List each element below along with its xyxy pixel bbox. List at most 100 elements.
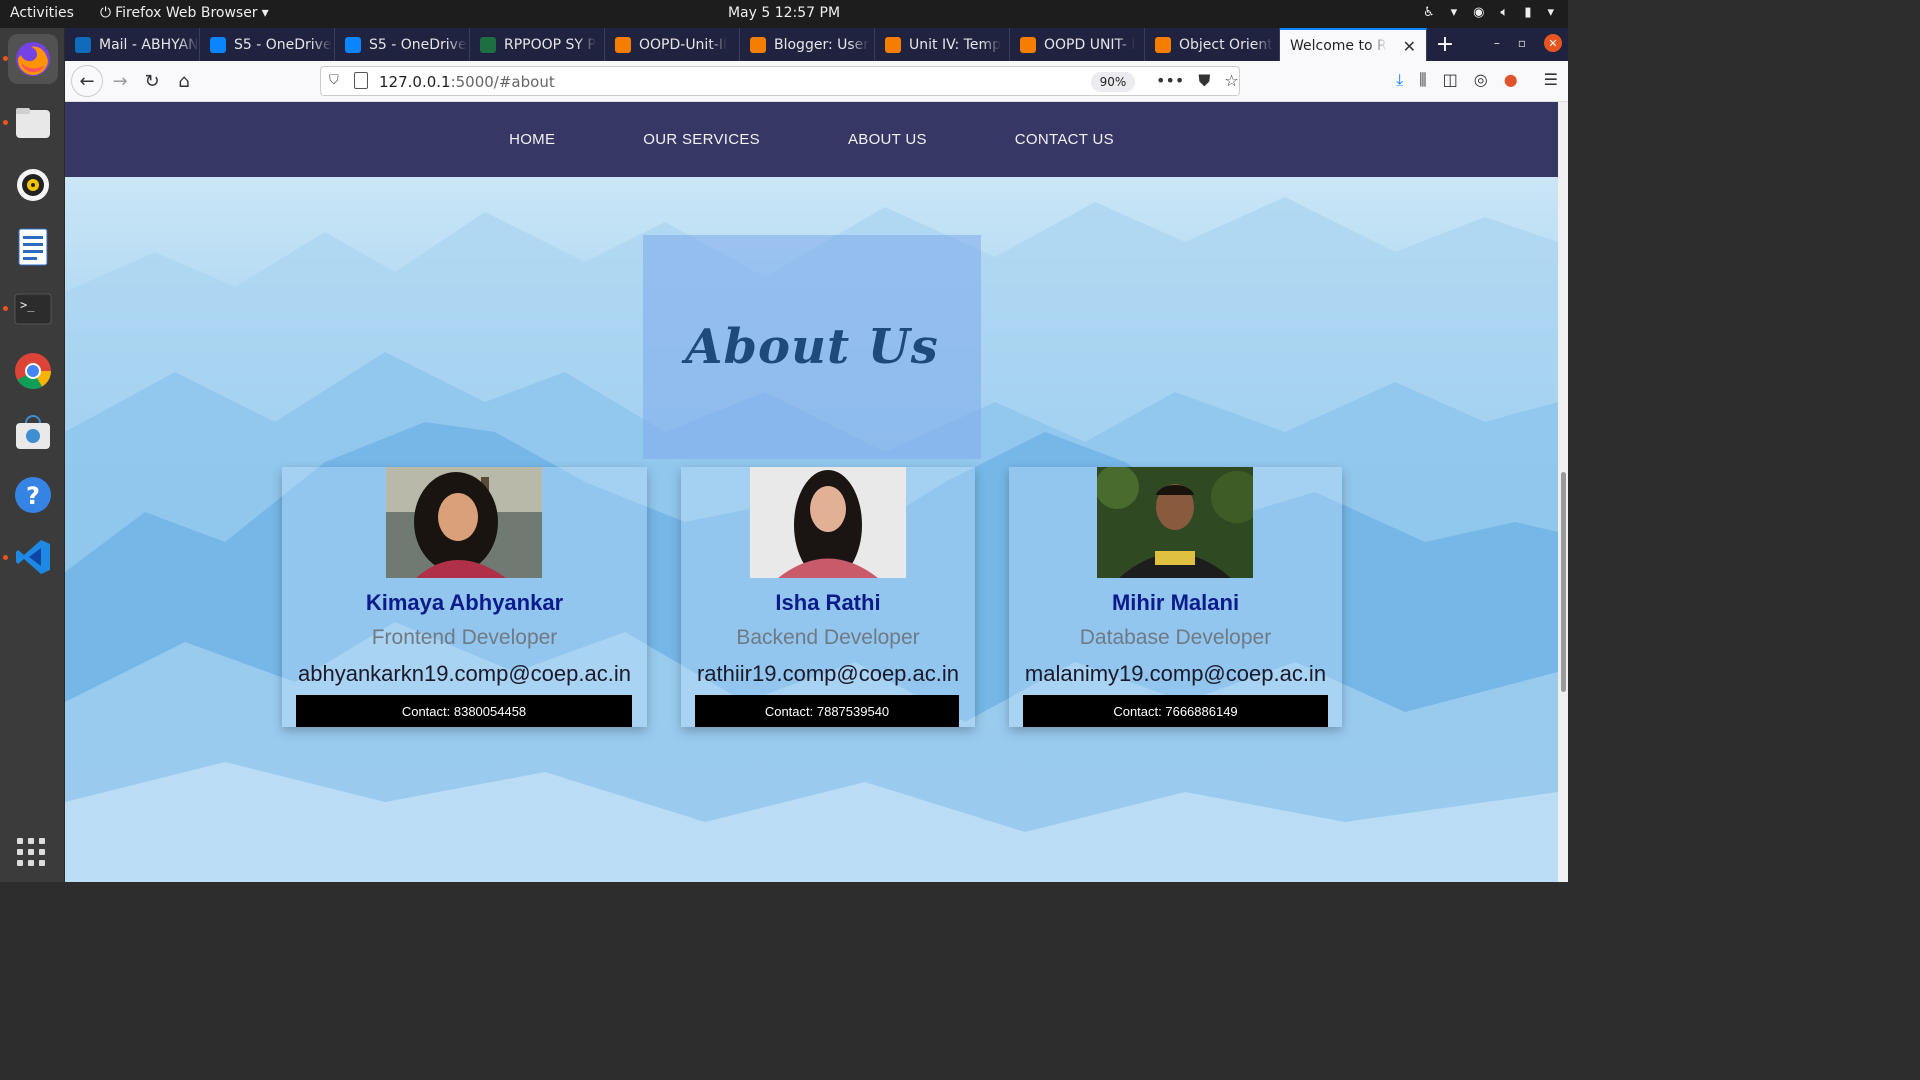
running-indicator — [3, 120, 8, 125]
back-button[interactable]: ← — [71, 65, 103, 97]
rhythmbox-launcher[interactable] — [8, 160, 58, 210]
home-button[interactable]: ⌂ — [169, 66, 199, 96]
about-heading-box: About Us — [643, 235, 981, 459]
firefox-launcher[interactable] — [8, 34, 58, 84]
browser-tab[interactable]: Blogger: User — [740, 28, 875, 61]
system-tray[interactable]: ♿︎ ▾ ◉ 🔈︎ ▮ ▾ — [1423, 5, 1554, 20]
browser-tab[interactable]: Welcome to R ✕ — [1280, 28, 1427, 61]
team-card: Isha Rathi Backend Developer rathiir19.c… — [681, 467, 975, 727]
tab-strip: Mail - ABHYANKAR S5 - OneDrive S5 - OneDri… — [65, 28, 1568, 61]
sidebar-icon[interactable]: ◫ — [1443, 70, 1458, 90]
member-role: Backend Developer — [736, 626, 920, 649]
browser-tab[interactable]: RPPOOP SY P — [470, 28, 605, 61]
svg-text:?: ? — [26, 482, 40, 510]
page-info-icon[interactable] — [354, 72, 368, 89]
vscode-launcher[interactable] — [8, 532, 58, 582]
minimize-icon[interactable]: – — [1494, 36, 1500, 50]
terminal-launcher[interactable]: >_ — [8, 284, 58, 334]
browser-tab[interactable]: Unit IV: Temp — [875, 28, 1010, 61]
browser-tab[interactable]: OOPD UNIT- I — [1010, 28, 1145, 61]
url-text[interactable]: 127.0.0.1:5000/#about — [379, 73, 555, 91]
url-path: :5000/#about — [450, 73, 555, 91]
tab-label: Mail - ABHYANKAR — [99, 36, 199, 53]
browser-tab[interactable]: Mail - ABHYANKAR — [65, 28, 200, 61]
bookmark-star-icon[interactable]: ☆ — [1224, 71, 1238, 91]
blogger-icon — [750, 36, 766, 53]
web-page: HOME OUR SERVICES ABOUT US CONTACT US Ab… — [65, 102, 1558, 882]
profile-photo — [1097, 467, 1253, 578]
zoom-indicator[interactable]: 90% — [1091, 72, 1135, 92]
member-name: Mihir Malani — [1111, 590, 1240, 615]
contact-button[interactable]: Contact: 8380054458 — [296, 695, 632, 727]
url-host: 127.0.0.1 — [379, 73, 451, 91]
show-applications-icon[interactable] — [17, 838, 45, 866]
nav-contact-link[interactable]: CONTACT US — [1015, 131, 1114, 148]
files-launcher[interactable] — [8, 98, 58, 148]
team-card: Kimaya Abhyankar Frontend Developer abhy… — [282, 467, 647, 727]
pocket-icon[interactable]: ⛊ — [1198, 71, 1210, 91]
writer-launcher[interactable] — [8, 222, 58, 272]
vscode-icon — [16, 540, 50, 574]
tab-label: S5 - OneDrive — [234, 36, 332, 53]
close-window-icon[interactable]: ✕ — [1544, 34, 1562, 52]
system-topbar: Activities ⏻ Firefox Web Browser ▾ May 5… — [0, 0, 1568, 28]
nav-services-link[interactable]: OUR SERVICES — [643, 131, 760, 148]
browser-tab[interactable]: Object Orient — [1145, 28, 1280, 61]
close-tab-icon[interactable]: ✕ — [1403, 37, 1416, 56]
browser-tab[interactable]: S5 - OneDrive — [335, 28, 470, 61]
library-icon[interactable]: ⫼ — [1419, 70, 1426, 90]
menu-icon[interactable]: ☰ — [1544, 70, 1558, 90]
page-actions-icon[interactable]: ••• — [1156, 71, 1184, 91]
contact-button[interactable]: Contact: 7887539540 — [695, 695, 959, 727]
navigation-toolbar: ← → ↻ ⌂ ⛉ 127.0.0.1:5000/#about 90% ••• … — [65, 61, 1568, 102]
url-bar[interactable]: ⛉ 127.0.0.1:5000/#about 90% ••• ⛊ ☆ — [320, 66, 1240, 96]
firefox-icon — [16, 42, 50, 76]
downloads-icon[interactable]: ⤓ — [1396, 70, 1403, 90]
clock[interactable]: May 5 12:57 PM — [0, 5, 1568, 21]
chrome-launcher[interactable] — [8, 346, 58, 396]
help-launcher[interactable]: ? — [8, 470, 58, 520]
member-email: malanimy19.comp@coep.ac.in — [1024, 661, 1327, 686]
tab-label: Unit IV: Temp — [909, 36, 1001, 53]
software-launcher[interactable] — [8, 408, 58, 458]
accessibility-icon[interactable]: ♿︎ — [1423, 5, 1435, 20]
member-name: Isha Rathi — [775, 590, 881, 615]
contact-button[interactable]: Contact: 7666886149 — [1023, 695, 1328, 727]
blogger-icon — [1020, 36, 1036, 53]
browser-tab[interactable]: S5 - OneDrive — [200, 28, 335, 61]
tab-label: OOPD UNIT- I — [1044, 36, 1136, 53]
tab-label: Blogger: User — [774, 36, 870, 53]
onedrive-icon — [210, 36, 226, 53]
account-icon[interactable]: ◎ — [1474, 70, 1488, 90]
tab-label: OOPD-Unit-II — [639, 36, 728, 53]
blogger-icon — [615, 36, 631, 53]
extension-icon[interactable]: ● — [1504, 70, 1518, 90]
chevron-down-icon: ▾ — [1450, 5, 1458, 20]
nav-home-link[interactable]: HOME — [509, 131, 555, 148]
wifi-icon: ◉ — [1473, 5, 1485, 20]
forward-button[interactable]: → — [105, 66, 135, 96]
shopping-bag-icon — [16, 415, 50, 449]
reload-button[interactable]: ↻ — [137, 66, 167, 96]
volume-icon: 🔈︎ — [1500, 5, 1509, 20]
document-icon — [18, 228, 48, 266]
member-email: rathiir19.comp@coep.ac.in — [696, 661, 959, 686]
scrollbar-thumb[interactable] — [1561, 472, 1566, 692]
profile-photo — [750, 467, 906, 578]
new-tab-button[interactable]: + — [1427, 28, 1463, 61]
help-icon: ? — [15, 477, 51, 513]
blogger-icon — [1155, 36, 1171, 53]
profile-photo — [386, 467, 542, 578]
running-indicator — [3, 306, 8, 311]
page-scrollbar[interactable] — [1558, 102, 1568, 882]
tab-label: RPPOOP SY P — [504, 36, 596, 53]
member-email: abhyankarkn19.comp@coep.ac.in — [298, 661, 631, 686]
nav-about-link[interactable]: ABOUT US — [848, 131, 927, 148]
team-card: Mihir Malani Database Developer malanimy… — [1009, 467, 1342, 727]
chrome-icon — [15, 353, 52, 390]
browser-tab[interactable]: OOPD-Unit-II — [605, 28, 740, 61]
tab-label: Object Orient — [1179, 36, 1273, 53]
svg-text:>_: >_ — [20, 298, 35, 312]
maximize-icon[interactable]: ▫ — [1518, 36, 1526, 50]
shield-icon[interactable]: ⛉ — [329, 73, 339, 88]
